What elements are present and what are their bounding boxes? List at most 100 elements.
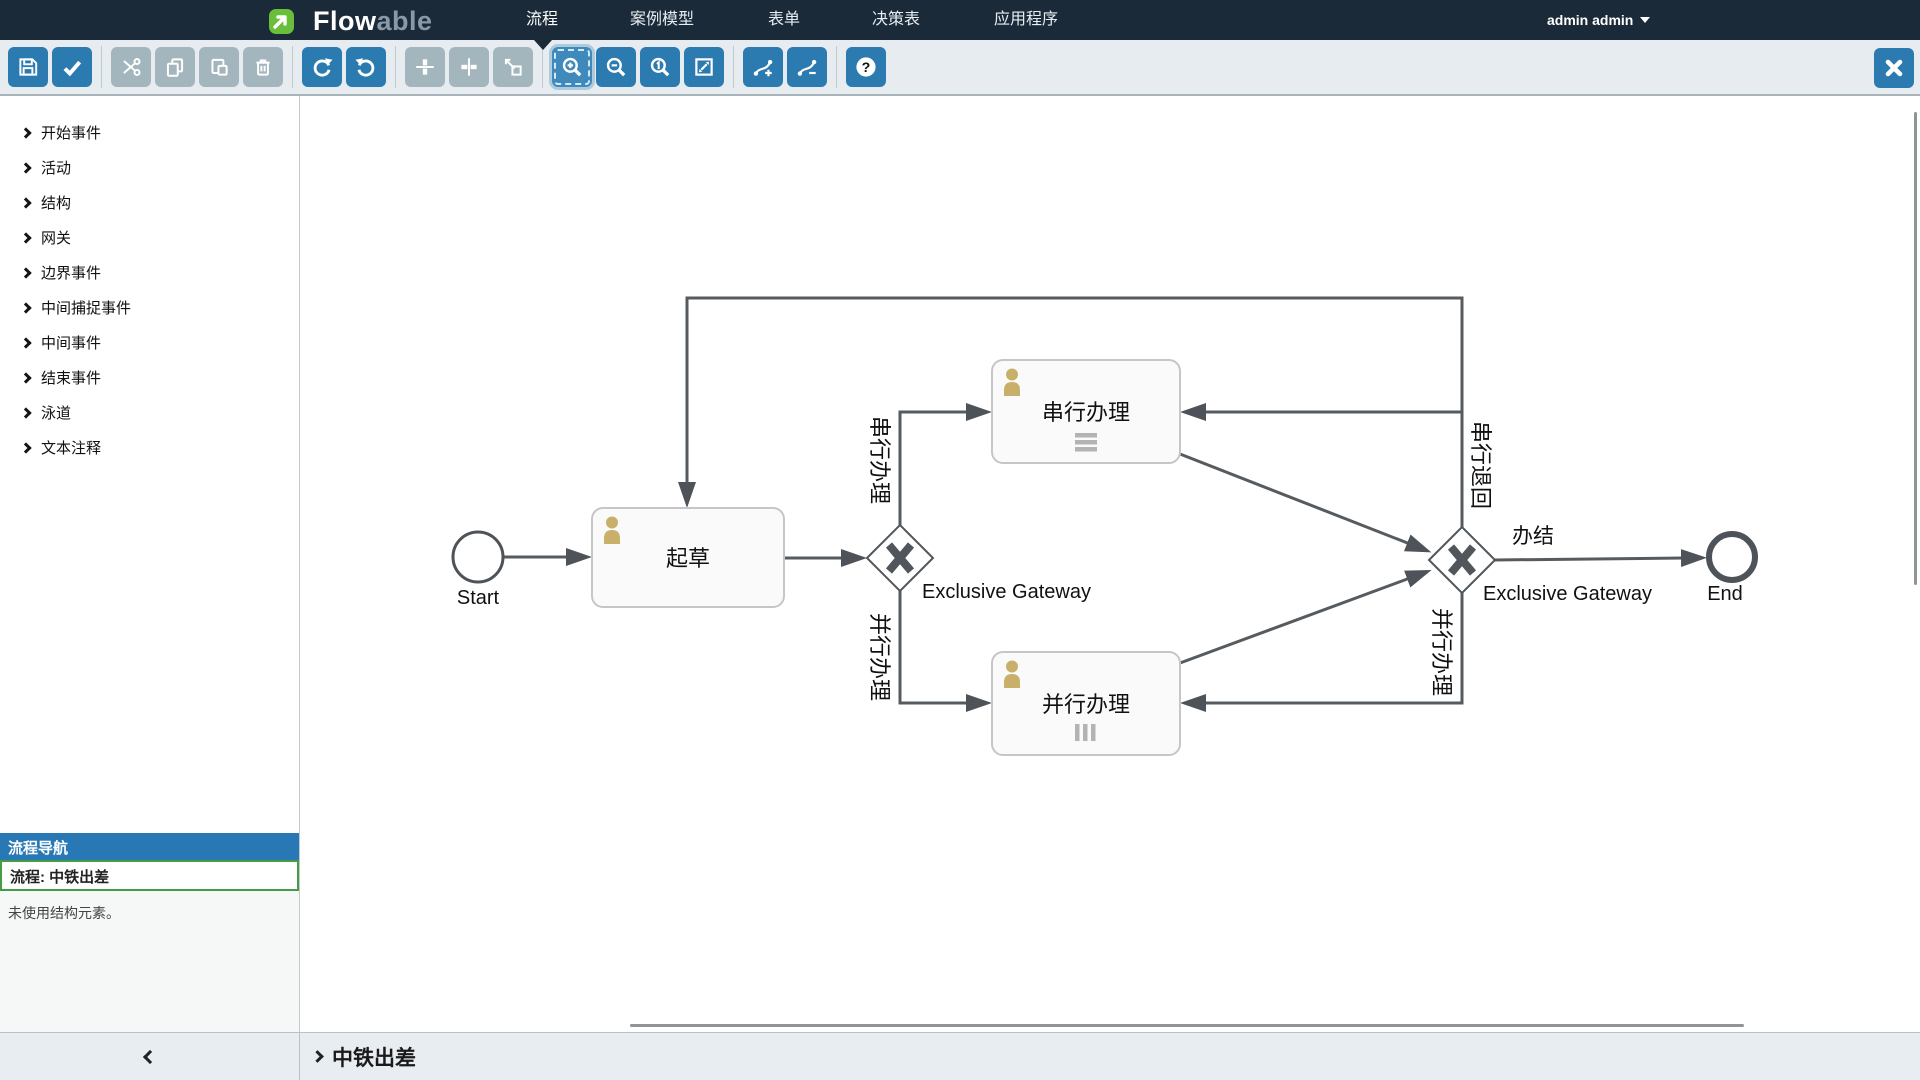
palette-group-structural[interactable]: 结构 bbox=[22, 185, 299, 220]
sidebar-collapse-cell bbox=[0, 1033, 300, 1080]
toolbar-separator bbox=[733, 46, 734, 88]
chevron-down-icon bbox=[1640, 17, 1650, 23]
navigator-body: 未使用结构元素。 bbox=[0, 891, 299, 1032]
flow-gateway2-return-to-parallel bbox=[1203, 593, 1462, 703]
chevron-right-icon bbox=[20, 232, 31, 243]
paste-icon bbox=[207, 55, 231, 79]
user-menu[interactable]: admin admin bbox=[1547, 0, 1650, 40]
tab-forms[interactable]: 表单 bbox=[768, 0, 800, 40]
palette-group-gateways[interactable]: 网关 bbox=[22, 220, 299, 255]
user-task-draft[interactable]: 起草 bbox=[592, 508, 784, 607]
task-label: 并行办理 bbox=[1042, 692, 1130, 717]
zoom-fit-button[interactable] bbox=[684, 47, 724, 87]
palette-list: 开始事件 活动 结构 网关 边界事件 中间捕捉事件 中间事件 结束事件 泳道 文… bbox=[0, 96, 299, 465]
tab-apps[interactable]: 应用程序 bbox=[994, 0, 1058, 40]
align-horizontal-button bbox=[405, 47, 445, 87]
edge-label-to-serial: 串行办理 bbox=[867, 416, 892, 504]
chevron-right-icon bbox=[20, 372, 31, 383]
tab-decision-tables[interactable]: 决策表 bbox=[872, 0, 920, 40]
task-label: 串行办理 bbox=[1042, 400, 1130, 425]
save-icon bbox=[16, 55, 40, 79]
zoom-in-button[interactable] bbox=[552, 47, 592, 87]
palette-group-activities[interactable]: 活动 bbox=[22, 150, 299, 185]
tab-case-models[interactable]: 案例模型 bbox=[630, 0, 694, 40]
tab-processes[interactable]: 流程 bbox=[526, 0, 558, 40]
process-title-bar: 中铁出差 bbox=[300, 1033, 416, 1080]
palette-group-end-events[interactable]: 结束事件 bbox=[22, 360, 299, 395]
redo-button[interactable] bbox=[302, 47, 342, 87]
chevron-right-icon bbox=[20, 407, 31, 418]
navigator-header: 流程导航 bbox=[0, 833, 299, 860]
palette-group-boundary-events[interactable]: 边界事件 bbox=[22, 255, 299, 290]
end-event-node[interactable] bbox=[1709, 534, 1755, 580]
sequence-flows bbox=[503, 298, 1684, 703]
bpmn-diagram: 串行办理 并行办理 串行退回 并行办理 办结 Start 起草 bbox=[301, 96, 1920, 1032]
zoom-actual-button[interactable] bbox=[640, 47, 680, 87]
validate-button[interactable] bbox=[52, 47, 92, 87]
top-navbar: Flowable 流程 案例模型 表单 决策表 应用程序 admin admin bbox=[0, 0, 1920, 40]
check-icon bbox=[60, 55, 84, 79]
help-button[interactable]: ? bbox=[846, 47, 886, 87]
expand-properties-icon[interactable] bbox=[311, 1050, 324, 1063]
palette-sidebar: 开始事件 活动 结构 网关 边界事件 中间捕捉事件 中间事件 结束事件 泳道 文… bbox=[0, 96, 300, 1032]
bottom-bar: 中铁出差 bbox=[0, 1032, 1920, 1080]
palette-group-swimlanes[interactable]: 泳道 bbox=[22, 395, 299, 430]
remove-bendpoint-icon bbox=[795, 55, 819, 79]
edge-label-parallel-return: 并行办理 bbox=[1429, 608, 1454, 696]
chevron-right-icon bbox=[20, 442, 31, 453]
chevron-right-icon bbox=[20, 337, 31, 348]
diagram-canvas[interactable]: 串行办理 并行办理 串行退回 并行办理 办结 Start 起草 bbox=[301, 96, 1920, 1032]
editor-toolbar: ? bbox=[0, 40, 1920, 96]
svg-text:?: ? bbox=[862, 60, 871, 76]
start-event-node[interactable] bbox=[453, 532, 503, 582]
active-tab-pointer bbox=[534, 40, 552, 50]
gateway2-label: Exclusive Gateway bbox=[1483, 583, 1652, 605]
paste-button bbox=[199, 47, 239, 87]
chevron-right-icon bbox=[20, 127, 31, 138]
process-title: 中铁出差 bbox=[332, 1042, 416, 1072]
zoom-fit-icon bbox=[692, 55, 716, 79]
canvas-vertical-scrollbar[interactable] bbox=[1914, 112, 1917, 585]
canvas-horizontal-scrollbar[interactable] bbox=[630, 1024, 1744, 1027]
gateway1-label: Exclusive Gateway bbox=[922, 581, 1091, 603]
zoom-out-icon bbox=[604, 55, 628, 79]
user-name: admin admin bbox=[1547, 12, 1633, 28]
zoom-in-icon bbox=[560, 55, 584, 79]
task-label: 起草 bbox=[666, 546, 710, 571]
user-task-parallel[interactable]: 并行办理 bbox=[992, 652, 1180, 755]
palette-group-label: 开始事件 bbox=[41, 122, 101, 143]
flow-parallel-to-gateway2 bbox=[1180, 578, 1410, 663]
undo-button[interactable] bbox=[346, 47, 386, 87]
palette-group-label: 文本注释 bbox=[41, 437, 101, 458]
user-task-serial[interactable]: 串行办理 bbox=[992, 360, 1180, 463]
flowable-logo-icon bbox=[268, 8, 306, 35]
palette-group-label: 结束事件 bbox=[41, 367, 101, 388]
copy-icon bbox=[163, 55, 187, 79]
navigator-note: 未使用结构元素。 bbox=[8, 905, 120, 921]
flowable-logo[interactable]: Flowable bbox=[268, 6, 433, 37]
palette-group-intermediate-events[interactable]: 中间事件 bbox=[22, 325, 299, 360]
collapse-sidebar-icon[interactable] bbox=[142, 1049, 156, 1063]
add-bendpoint-button[interactable] bbox=[743, 47, 783, 87]
palette-group-start-events[interactable]: 开始事件 bbox=[22, 115, 299, 150]
remove-bendpoint-button[interactable] bbox=[787, 47, 827, 87]
save-button[interactable] bbox=[8, 47, 48, 87]
zoom-out-button[interactable] bbox=[596, 47, 636, 87]
palette-group-text-annotation[interactable]: 文本注释 bbox=[22, 430, 299, 465]
palette-group-intermediate-catching-events[interactable]: 中间捕捉事件 bbox=[22, 290, 299, 325]
palette-group-label: 结构 bbox=[41, 192, 71, 213]
chevron-right-icon bbox=[20, 162, 31, 173]
trash-icon bbox=[251, 55, 275, 79]
sequential-multi-instance-icon bbox=[1075, 433, 1097, 452]
close-editor-button[interactable] bbox=[1874, 48, 1914, 88]
zoom-actual-icon bbox=[648, 55, 672, 79]
undo-icon bbox=[354, 55, 378, 79]
process-navigator-panel: 流程导航 流程: 中铁出差 未使用结构元素。 bbox=[0, 833, 299, 1032]
flow-gateway2-to-end bbox=[1495, 558, 1684, 560]
align-vertical-button bbox=[449, 47, 489, 87]
palette-group-label: 活动 bbox=[41, 157, 71, 178]
same-size-icon bbox=[501, 55, 525, 79]
chevron-right-icon bbox=[20, 197, 31, 208]
navigator-current-process[interactable]: 流程: 中铁出差 bbox=[0, 860, 299, 891]
palette-group-label: 边界事件 bbox=[41, 262, 101, 283]
